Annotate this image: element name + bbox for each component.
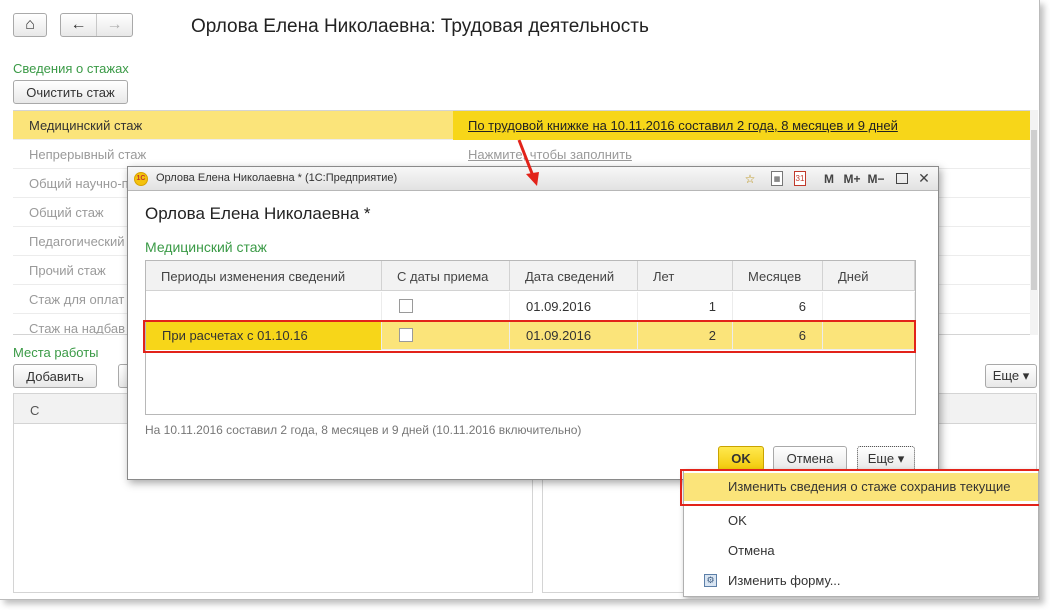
- experience-row-name: Педагогический: [29, 234, 125, 249]
- menu-item-change-keep[interactable]: Изменить сведения о стаже сохранив текущ…: [684, 473, 1038, 501]
- experience-row-value-link[interactable]: По трудовой книжке на 10.11.2016 состави…: [468, 118, 898, 133]
- home-icon: ⌂: [25, 16, 35, 33]
- experience-row-name: Непрерывный стаж: [29, 147, 147, 162]
- navigation-buttons: ← →: [60, 13, 133, 37]
- home-button[interactable]: ⌂: [13, 13, 47, 37]
- column-periods-header[interactable]: Периоды изменения сведений: [146, 261, 382, 291]
- page-title: Орлова Елена Николаевна: Трудовая деятел…: [191, 16, 649, 37]
- arrow-right-icon[interactable]: →: [96, 14, 132, 36]
- ok-button[interactable]: OK: [718, 446, 764, 471]
- period-row[interactable]: 01.09.2016 1 6: [146, 292, 915, 321]
- experience-summary: На 10.11.2016 составил 2 года, 8 месяцев…: [145, 423, 582, 437]
- column-years-cell[interactable]: 2: [638, 321, 733, 350]
- calendar-icon[interactable]: 31: [794, 171, 806, 186]
- memory-minus-icon[interactable]: M−: [866, 171, 886, 186]
- experience-row-name: Прочий стаж: [29, 263, 106, 278]
- experience-periods-grid: Периоды изменения сведений С даты приема Д…: [145, 260, 916, 415]
- cancel-button[interactable]: Отмена: [773, 446, 847, 471]
- column-periods-cell[interactable]: При расчетах с 01.10.16: [146, 321, 382, 350]
- scrollbar-thumb[interactable]: [1031, 130, 1037, 290]
- menu-item-label: OK: [728, 513, 747, 528]
- column-from-hire-cell: [382, 321, 510, 350]
- column-days-cell[interactable]: [823, 321, 915, 350]
- column-date-cell[interactable]: 01.09.2016: [510, 321, 638, 350]
- column-date-cell[interactable]: 01.09.2016: [510, 292, 638, 321]
- column-date-header[interactable]: Дата сведений: [510, 261, 638, 291]
- menu-item-cancel[interactable]: Отмена: [684, 537, 1038, 565]
- more-button[interactable]: Еще ▾: [857, 446, 915, 471]
- column-periods-cell[interactable]: [146, 292, 382, 321]
- from-hire-checkbox[interactable]: [399, 299, 413, 313]
- from-hire-checkbox[interactable]: [399, 328, 413, 342]
- column-days-cell[interactable]: [823, 292, 915, 321]
- workplaces-more-button[interactable]: Еще ▾: [985, 364, 1037, 388]
- dialog-subheading: Медицинский стаж: [145, 239, 267, 255]
- app-logo-icon: 1С: [134, 172, 148, 186]
- memory-icon[interactable]: M: [822, 171, 836, 186]
- column-days-header[interactable]: Дней: [823, 261, 915, 291]
- memory-plus-icon[interactable]: M+: [842, 171, 862, 186]
- menu-item-customize-form[interactable]: ⚙ Изменить форму...: [684, 567, 1038, 595]
- favorite-icon[interactable]: ☆: [743, 171, 757, 186]
- experience-row-name: Общий научно-п: [29, 176, 129, 191]
- experience-row-value-link[interactable]: Нажмите, чтобы заполнить: [468, 147, 632, 162]
- experience-row-name: Стаж для оплат: [29, 292, 125, 307]
- close-icon[interactable]: ✕: [917, 170, 931, 186]
- experience-dialog: 1С Орлова Елена Николаевна * (1С:Предпри…: [127, 166, 939, 480]
- menu-item-label: Отмена: [728, 543, 775, 558]
- column-months-cell[interactable]: 6: [733, 292, 823, 321]
- dialog-window-title: Орлова Елена Николаевна * (1С:Предприяти…: [156, 172, 398, 184]
- arrow-left-icon[interactable]: ←: [61, 14, 96, 36]
- dialog-heading: Орлова Елена Николаевна *: [145, 204, 371, 223]
- column-from-hire-header[interactable]: С даты приема: [382, 261, 510, 291]
- maximize-icon[interactable]: [896, 173, 908, 184]
- main-window: ⌂ ← → Орлова Елена Николаевна: Трудовая …: [0, 0, 1040, 600]
- column-from-hire-cell: [382, 292, 510, 321]
- calculator-icon[interactable]: ▦: [771, 171, 783, 186]
- workplaces-section-label: Места работы: [13, 345, 99, 360]
- experience-section-label: Сведения о стажах: [13, 61, 129, 76]
- experience-row-name: Медицинский стаж: [29, 118, 143, 133]
- form-settings-icon: ⚙: [704, 574, 717, 587]
- add-workplace-button[interactable]: Добавить: [13, 364, 97, 388]
- menu-item-label: Изменить сведения о стаже сохранив текущ…: [728, 479, 1011, 494]
- column-months-header[interactable]: Месяцев: [733, 261, 823, 291]
- column-years-header[interactable]: Лет: [638, 261, 733, 291]
- column-years-cell[interactable]: 1: [638, 292, 733, 321]
- period-row[interactable]: При расчетах с 01.10.16 01.09.2016 2 6: [146, 321, 915, 350]
- experience-row[interactable]: Медицинский стаж По трудовой книжке на 10…: [13, 111, 1030, 140]
- menu-item-ok[interactable]: OK: [684, 507, 1038, 535]
- experience-scrollbar[interactable]: [1030, 110, 1038, 335]
- experience-row-name: Стаж на надбав: [29, 321, 126, 335]
- column-months-cell[interactable]: 6: [733, 321, 823, 350]
- clear-experience-button[interactable]: Очистить стаж: [13, 80, 128, 104]
- menu-item-label: Изменить форму...: [728, 573, 841, 588]
- more-menu: Изменить сведения о стаже сохранив текущ…: [683, 469, 1039, 597]
- annotation-arrow-icon: [517, 139, 539, 186]
- experience-row-name: Общий стаж: [29, 205, 104, 220]
